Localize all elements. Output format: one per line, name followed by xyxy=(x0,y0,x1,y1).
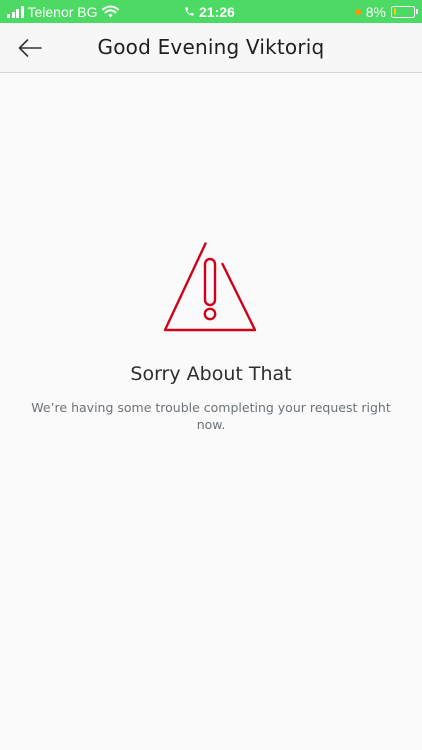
wifi-icon xyxy=(101,5,119,18)
warning-icon xyxy=(163,242,257,332)
screen: Telenor BG 21:26 8% Good Evening Viktori… xyxy=(0,0,422,750)
charging-dot xyxy=(354,8,361,15)
error-message: We’re having some trouble completing you… xyxy=(31,400,391,432)
arrow-left-icon xyxy=(18,39,42,57)
signal-icon xyxy=(7,5,24,18)
error-title: Sorry About That xyxy=(130,363,292,385)
status-center: 21:26 xyxy=(184,3,235,20)
page-title: Good Evening Viktoriq xyxy=(97,35,325,59)
status-right: 8% xyxy=(354,3,418,20)
battery-icon xyxy=(391,5,418,18)
battery-percent-label: 8% xyxy=(365,3,386,20)
status-bar: Telenor BG 21:26 8% xyxy=(0,0,422,23)
back-button[interactable] xyxy=(14,35,46,61)
carrier-label: Telenor BG xyxy=(27,3,98,20)
battery-level-fill xyxy=(393,8,396,15)
status-left: Telenor BG xyxy=(7,3,119,20)
clock-label: 21:26 xyxy=(199,3,235,20)
phone-icon xyxy=(185,7,194,16)
nav-header: Good Evening Viktoriq xyxy=(0,23,422,73)
